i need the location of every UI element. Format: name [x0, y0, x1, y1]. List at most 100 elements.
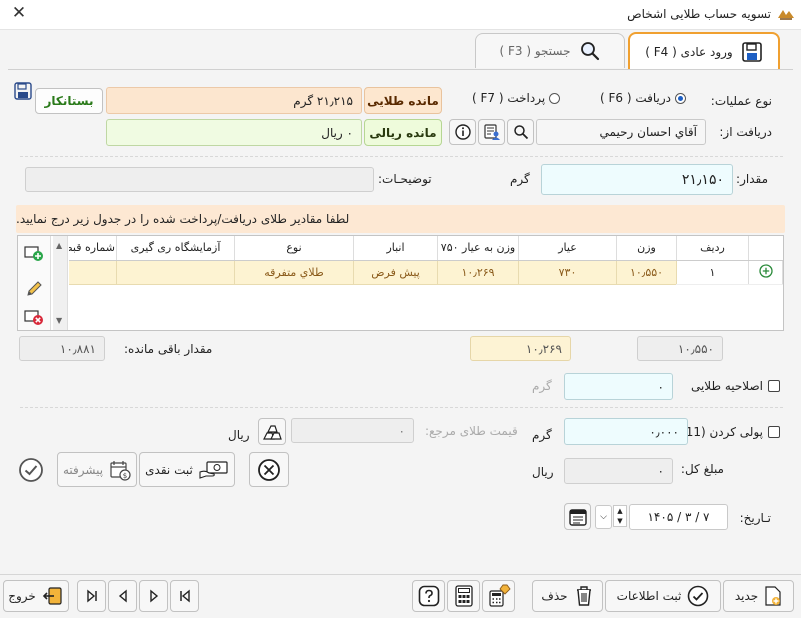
cell-warehouse: پیش فرض [353, 260, 438, 285]
cancel-circle-icon [258, 458, 280, 481]
grid-header-receipt-number[interactable]: شماره قبض ری گیری [68, 236, 117, 261]
gold-balance-value: ۲۱٫۲۱۵ گرم [106, 87, 362, 114]
nav-last-button[interactable] [77, 580, 106, 612]
grid-header-karat[interactable]: عیار [518, 236, 617, 261]
grid-header-weight-750[interactable]: وزن به عیار ۷۵۰ [437, 236, 519, 261]
confirm-payment-button[interactable] [18, 457, 44, 483]
new-button[interactable]: جدید [723, 580, 794, 612]
radio-receive-indicator[interactable] [675, 92, 687, 104]
delete-label: حذف [541, 589, 568, 603]
cell-karat: ۷۳۰ [518, 260, 617, 285]
rial-balance-value: ۰ ریال [106, 119, 362, 146]
cell-receipt-number [68, 260, 117, 285]
edit-pencil-icon[interactable] [25, 280, 43, 298]
advanced-button[interactable]: پیشرفته $ [57, 452, 137, 487]
grid-header-row-number[interactable]: ردیف [676, 236, 749, 261]
help-button[interactable] [412, 580, 445, 612]
help-question-icon [418, 585, 439, 607]
description-input[interactable] [25, 167, 374, 192]
ref-price-input[interactable]: ۰ [291, 418, 414, 443]
instruction-text: لطفا مقادیر طلای دریافت/پرداخت شده را در… [16, 212, 350, 226]
grid-header-warehouse[interactable]: انبار [353, 236, 438, 261]
search-person-button[interactable] [507, 119, 534, 145]
grid-header-row: ردیف وزن عیار وزن به عیار ۷۵۰ انبار نوع … [68, 236, 783, 261]
person-card-button[interactable] [478, 119, 505, 145]
add-row-icon[interactable] [24, 244, 44, 262]
cell-weight-750: ۱۰٫۲۶۹ [437, 260, 519, 285]
grid-header-lab[interactable]: آزمایشگاه ری گیری [116, 236, 235, 261]
scroll-down-icon[interactable]: ▼ [56, 316, 62, 325]
cell-lab [116, 260, 235, 285]
amount-input[interactable]: ۲۱٫۱۵۰ [541, 164, 733, 195]
exit-button[interactable]: خروج [3, 580, 69, 612]
nav-previous-button[interactable] [139, 580, 168, 612]
cancel-payment-button[interactable] [249, 452, 289, 487]
date-input[interactable]: ۱۴۰۵ / ۳ / ۷ [629, 504, 728, 530]
grid-table-wrap: ردیف وزن عیار وزن به عیار ۷۵۰ انبار نوع … [68, 236, 783, 285]
exit-door-icon [42, 587, 62, 605]
calendar-icon [568, 508, 587, 526]
tab-normal-entry[interactable]: ورود عادی ( F4 ) [628, 32, 780, 70]
nav-next-button[interactable] [108, 580, 137, 612]
save-info-button[interactable]: ثبت اطلاعات [605, 580, 721, 612]
cell-row-number: ۱ [676, 260, 749, 285]
delete-row-icon[interactable] [24, 308, 44, 326]
radio-pay[interactable]: پرداخت ( F7 ) [472, 91, 561, 105]
grid-header-type[interactable]: نوع [234, 236, 354, 261]
radio-receive[interactable]: دریافت ( F6 ) [600, 91, 687, 105]
nav-first-button[interactable] [170, 580, 199, 612]
radio-pay-indicator[interactable] [549, 92, 561, 104]
gold-correction-checkbox[interactable] [768, 380, 780, 392]
grid-header-expander [748, 236, 783, 261]
ref-price-unit: ریال [228, 428, 250, 442]
gold-price-button[interactable] [258, 418, 286, 445]
grid-table: ردیف وزن عیار وزن به عیار ۷۵۰ انبار نوع … [68, 236, 783, 285]
calendar-money-icon: $ [110, 460, 131, 481]
row-expand-cell[interactable] [748, 260, 783, 285]
cell-type: طلاي متفرقه [234, 260, 354, 285]
save-small-icon[interactable] [14, 82, 32, 100]
gold-calc-button[interactable] [482, 580, 515, 612]
receive-from-field[interactable]: آقاي احسان رحيمي [536, 119, 706, 145]
spin-up-icon[interactable]: ▲ [617, 507, 622, 515]
svg-text:$: $ [123, 472, 127, 480]
spin-down-icon[interactable]: ▼ [617, 517, 622, 525]
grid-toolbar [18, 236, 51, 330]
save-info-label: ثبت اطلاعات [616, 589, 682, 603]
grid-header-weight[interactable]: وزن [616, 236, 677, 261]
nav-previous-icon [149, 589, 158, 603]
gold-correction-unit: گرم [532, 379, 552, 393]
close-icon[interactable]: ✕ [8, 3, 30, 23]
date-spinner[interactable]: ▲ ▼ [613, 505, 627, 527]
footer-divider [0, 574, 801, 575]
table-row[interactable]: ۱ ۱۰٫۵۵۰ ۷۳۰ ۱۰٫۲۶۹ پیش فرض طلاي متفرقه [68, 260, 783, 285]
calendar-button[interactable] [564, 503, 591, 530]
search-icon [513, 125, 528, 140]
cash-register-button[interactable]: ثبت نقدی [139, 452, 235, 487]
status-creditor-button[interactable]: بستانکار [35, 88, 103, 114]
trash-icon [576, 586, 591, 606]
radio-pay-label: پرداخت ( F7 ) [472, 91, 546, 105]
date-dropdown[interactable]: ⌵ [595, 505, 612, 529]
total-amount-label: مبلغ کل: [680, 462, 724, 476]
monetize-input[interactable]: ۰٫۰۰۰ [564, 418, 688, 445]
window-title: تسویه حساب طلایی اشخاص [627, 7, 771, 21]
expand-plus-icon[interactable] [758, 263, 773, 278]
calculator-button[interactable] [447, 580, 480, 612]
grid-scrollbar[interactable]: ▲ ▼ [53, 236, 68, 330]
nav-next-icon [118, 589, 127, 603]
monetize-unit: گرم [532, 428, 552, 442]
tab-search[interactable]: جستجو ( F3 ) [475, 33, 625, 68]
monetize-checkbox[interactable] [768, 426, 780, 438]
nav-last-icon [86, 589, 97, 603]
instruction-banner: لطفا مقادیر طلای دریافت/پرداخت شده را در… [16, 205, 785, 233]
tab-panel-border [8, 69, 793, 70]
radio-receive-label: دریافت ( F6 ) [600, 91, 672, 105]
scroll-up-icon[interactable]: ▲ [56, 241, 62, 250]
operation-type-label: نوع عملیات: [710, 94, 772, 108]
chevron-down-icon[interactable]: ⌵ [600, 512, 607, 522]
delete-button[interactable]: حذف [532, 580, 603, 612]
gold-correction-input[interactable]: ۰ [564, 373, 673, 400]
info-button[interactable] [449, 119, 476, 145]
advanced-label: پیشرفته [62, 462, 104, 477]
